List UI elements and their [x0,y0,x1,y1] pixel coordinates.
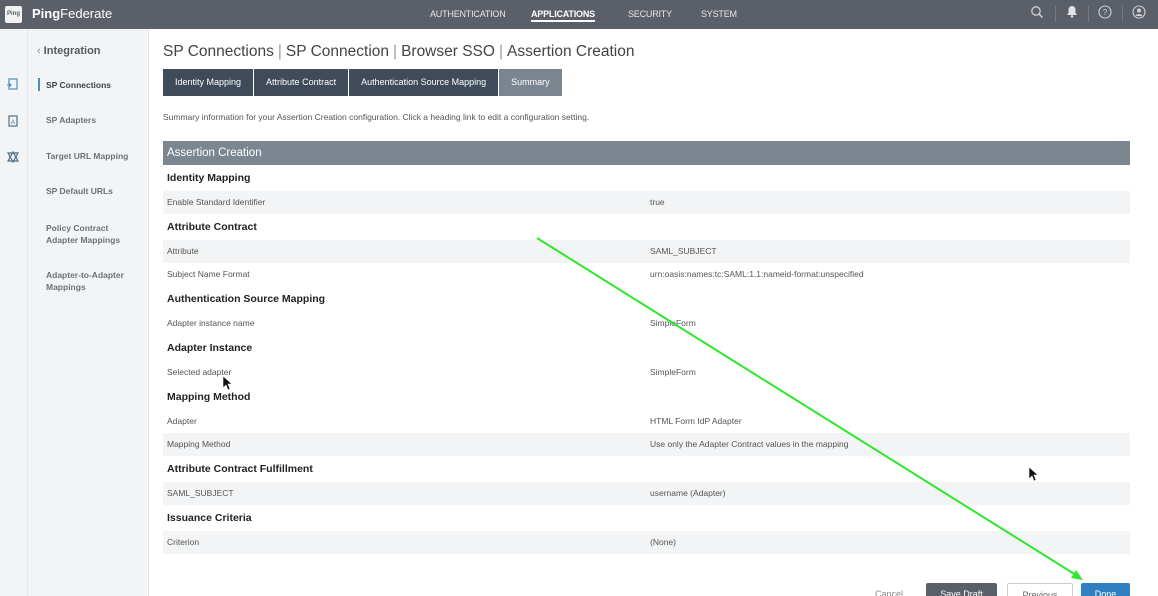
summary-table: Assertion Creation Identity Mapping Enab… [163,141,1130,554]
section-heading[interactable]: Authentication Source Mapping [163,286,1130,312]
row-value: SimpleForm [650,318,696,328]
section-heading[interactable]: Identity Mapping [163,165,1130,191]
previous-button[interactable]: Previous [1007,583,1073,596]
tab-authentication-source-mapping[interactable]: Authentication Source Mapping [349,69,500,96]
table-row: Enable Standard Identifier true [163,191,1130,214]
ping-logo: Ping [5,6,22,23]
table-row: Mapping Method Use only the Adapter Cont… [163,433,1130,456]
target-icon[interactable] [5,150,21,166]
subnav-sp-connections[interactable]: SP Connections [46,79,142,91]
done-button[interactable]: Done [1081,583,1130,596]
help-icon[interactable]: ? [1096,5,1114,23]
row-key: SAML_SUBJECT [167,488,234,498]
adapter-icon[interactable]: A [5,114,21,130]
chevron-left-icon: ‹ [37,45,41,57]
arrow-head-icon [1071,570,1083,580]
row-value: SimpleForm [650,367,696,377]
row-key: Enable Standard Identifier [167,197,266,207]
table-row: Attribute SAML_SUBJECT [163,240,1130,263]
row-value: true [650,197,665,207]
svg-text:A: A [11,120,15,126]
table-row: Selected adapter SimpleForm [163,361,1130,384]
subnav-adapter-to-adapter-mappings[interactable]: Adapter-to-Adapter Mappings [46,269,132,293]
subnav-policy-contract-adapter-mappings[interactable]: Policy Contract Adapter Mappings [46,222,132,246]
divider [1088,6,1089,22]
divider [1055,6,1056,22]
table-row: Criterion (None) [163,531,1130,554]
row-key: Mapping Method [167,439,231,449]
nav-system[interactable]: SYSTEM [701,9,737,19]
bell-icon[interactable] [1063,5,1081,23]
breadcrumb-sp-connection[interactable]: SP Connection [286,43,389,60]
breadcrumb-sp-connections[interactable]: SP Connections [163,43,274,60]
connection-icon[interactable] [5,77,21,93]
table-row: Subject Name Format urn:oasis:names:tc:S… [163,263,1130,286]
icon-rail: A [0,29,28,596]
row-value: SAML_SUBJECT [650,246,717,256]
tab-attribute-contract[interactable]: Attribute Contract [254,69,350,96]
tab-identity-mapping[interactable]: Identity Mapping [163,69,255,96]
section-heading[interactable]: Issuance Criteria [163,505,1130,531]
table-row: Adapter instance name SimpleForm [163,312,1130,335]
sub-navigation: ‹ Integration SP Connections SP Adapters … [28,29,149,596]
row-value: urn:oasis:names:tc:SAML:1.1:nameid-forma… [650,269,864,279]
user-icon[interactable] [1130,5,1148,23]
row-key: Subject Name Format [167,269,250,279]
table-row: Adapter HTML Form IdP Adapter [163,410,1130,433]
row-key: Attribute [167,246,199,256]
table-header: Assertion Creation [163,141,1130,165]
nav-applications[interactable]: APPLICATIONS [531,9,595,22]
tab-summary[interactable]: Summary [499,69,563,96]
breadcrumb: SP Connections | SP Connection | Browser SSO… [163,43,635,61]
brand-name[interactable]: PingFederate [32,6,112,21]
nav-authentication[interactable]: AUTHENTICATION [430,9,506,19]
breadcrumb-separator: | [277,43,282,60]
breadcrumb-separator: | [393,43,398,60]
nav-security[interactable]: SECURITY [628,9,672,19]
section-heading[interactable]: Mapping Method [163,384,1130,410]
row-value: HTML Form IdP Adapter [650,416,742,426]
section-heading[interactable]: Adapter Instance [163,335,1130,361]
breadcrumb-browser-sso[interactable]: Browser SSO [401,43,495,60]
cancel-button[interactable]: Cancel [865,583,913,596]
intro-text: Summary information for your Assertion C… [163,112,590,122]
row-key: Adapter [167,416,197,426]
row-key: Criterion [167,537,200,547]
tab-bar: Identity Mapping Attribute Contract Auth… [163,69,563,96]
row-key: Selected adapter [167,367,232,377]
search-icon[interactable] [1028,5,1046,23]
row-value: (None) [650,537,676,547]
svg-text:?: ? [1103,8,1108,17]
subnav-sp-default-urls[interactable]: SP Default URLs [46,185,142,197]
top-bar: Ping PingFederate AUTHENTICATION APPLICA… [0,0,1158,29]
row-value: username (Adapter) [650,488,726,498]
row-key: Adapter instance name [167,318,255,328]
subnav-target-url-mapping[interactable]: Target URL Mapping [46,150,142,162]
subnav-sp-adapters[interactable]: SP Adapters [46,114,142,126]
row-value: Use only the Adapter Contract values in … [650,439,849,449]
breadcrumb-separator: | [498,43,503,60]
divider [1122,6,1123,22]
save-draft-button[interactable]: Save Draft [926,583,997,596]
section-heading[interactable]: Attribute Contract Fulfillment [163,456,1130,482]
breadcrumb-assertion-creation: Assertion Creation [506,43,635,60]
section-heading[interactable]: Attribute Contract [163,214,1130,240]
back-to-integration[interactable]: ‹ Integration [37,45,101,57]
table-row: SAML_SUBJECT username (Adapter) [163,482,1130,505]
active-indicator [38,78,40,91]
